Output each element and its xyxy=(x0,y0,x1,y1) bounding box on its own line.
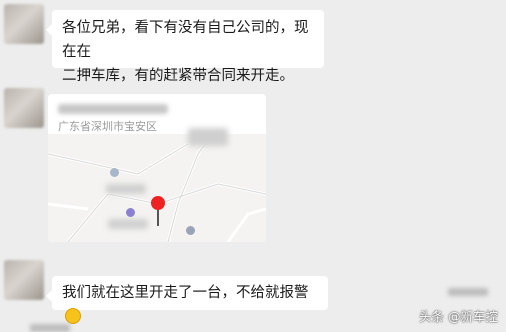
avatar[interactable] xyxy=(4,88,44,128)
emoji-icon xyxy=(65,308,81,324)
redacted-area xyxy=(188,128,228,146)
location-card[interactable]: 广东省深圳市宝安区 xyxy=(48,94,266,242)
redacted-label xyxy=(108,219,148,229)
redacted-label xyxy=(106,184,146,194)
location-name-redacted xyxy=(58,104,168,114)
location-address: 广东省深圳市宝安区 xyxy=(58,120,157,133)
message-bubble[interactable]: 我们就在这里开走了一台，不给就报警 xyxy=(46,276,328,324)
message-text: 各位兄弟，看下有没有自己公司的，现在在 二押车库，有的赶紧带合同来开走。 xyxy=(62,20,309,84)
poi-icon xyxy=(186,226,195,235)
watermark: 头条 @新车控 xyxy=(419,309,498,324)
map-pin-stem xyxy=(157,210,159,226)
map-thumbnail xyxy=(48,128,266,242)
avatar[interactable] xyxy=(4,4,44,44)
avatar[interactable] xyxy=(4,260,44,300)
poi-icon xyxy=(126,208,135,217)
redacted-time xyxy=(448,288,488,296)
message-text: 我们就在这里开走了一台，不给就报警 xyxy=(62,285,309,301)
message-bubble[interactable]: 各位兄弟，看下有没有自己公司的，现在在 二押车库，有的赶紧带合同来开走。 xyxy=(46,10,324,84)
map-pin-icon xyxy=(151,196,165,210)
poi-icon xyxy=(110,168,119,177)
